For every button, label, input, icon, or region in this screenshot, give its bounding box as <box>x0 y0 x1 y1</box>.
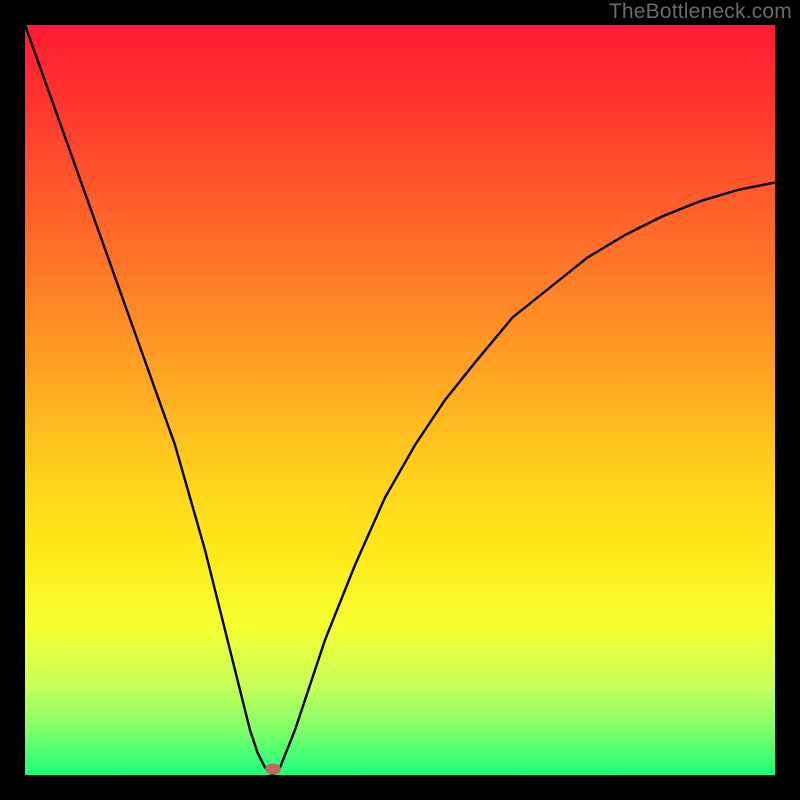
target-point-marker <box>265 764 281 775</box>
curve-svg <box>25 25 775 775</box>
watermark-text: TheBottleneck.com <box>609 0 792 24</box>
chart-frame: TheBottleneck.com <box>0 0 800 800</box>
bottleneck-curve <box>25 25 775 775</box>
plot-area <box>25 25 775 775</box>
